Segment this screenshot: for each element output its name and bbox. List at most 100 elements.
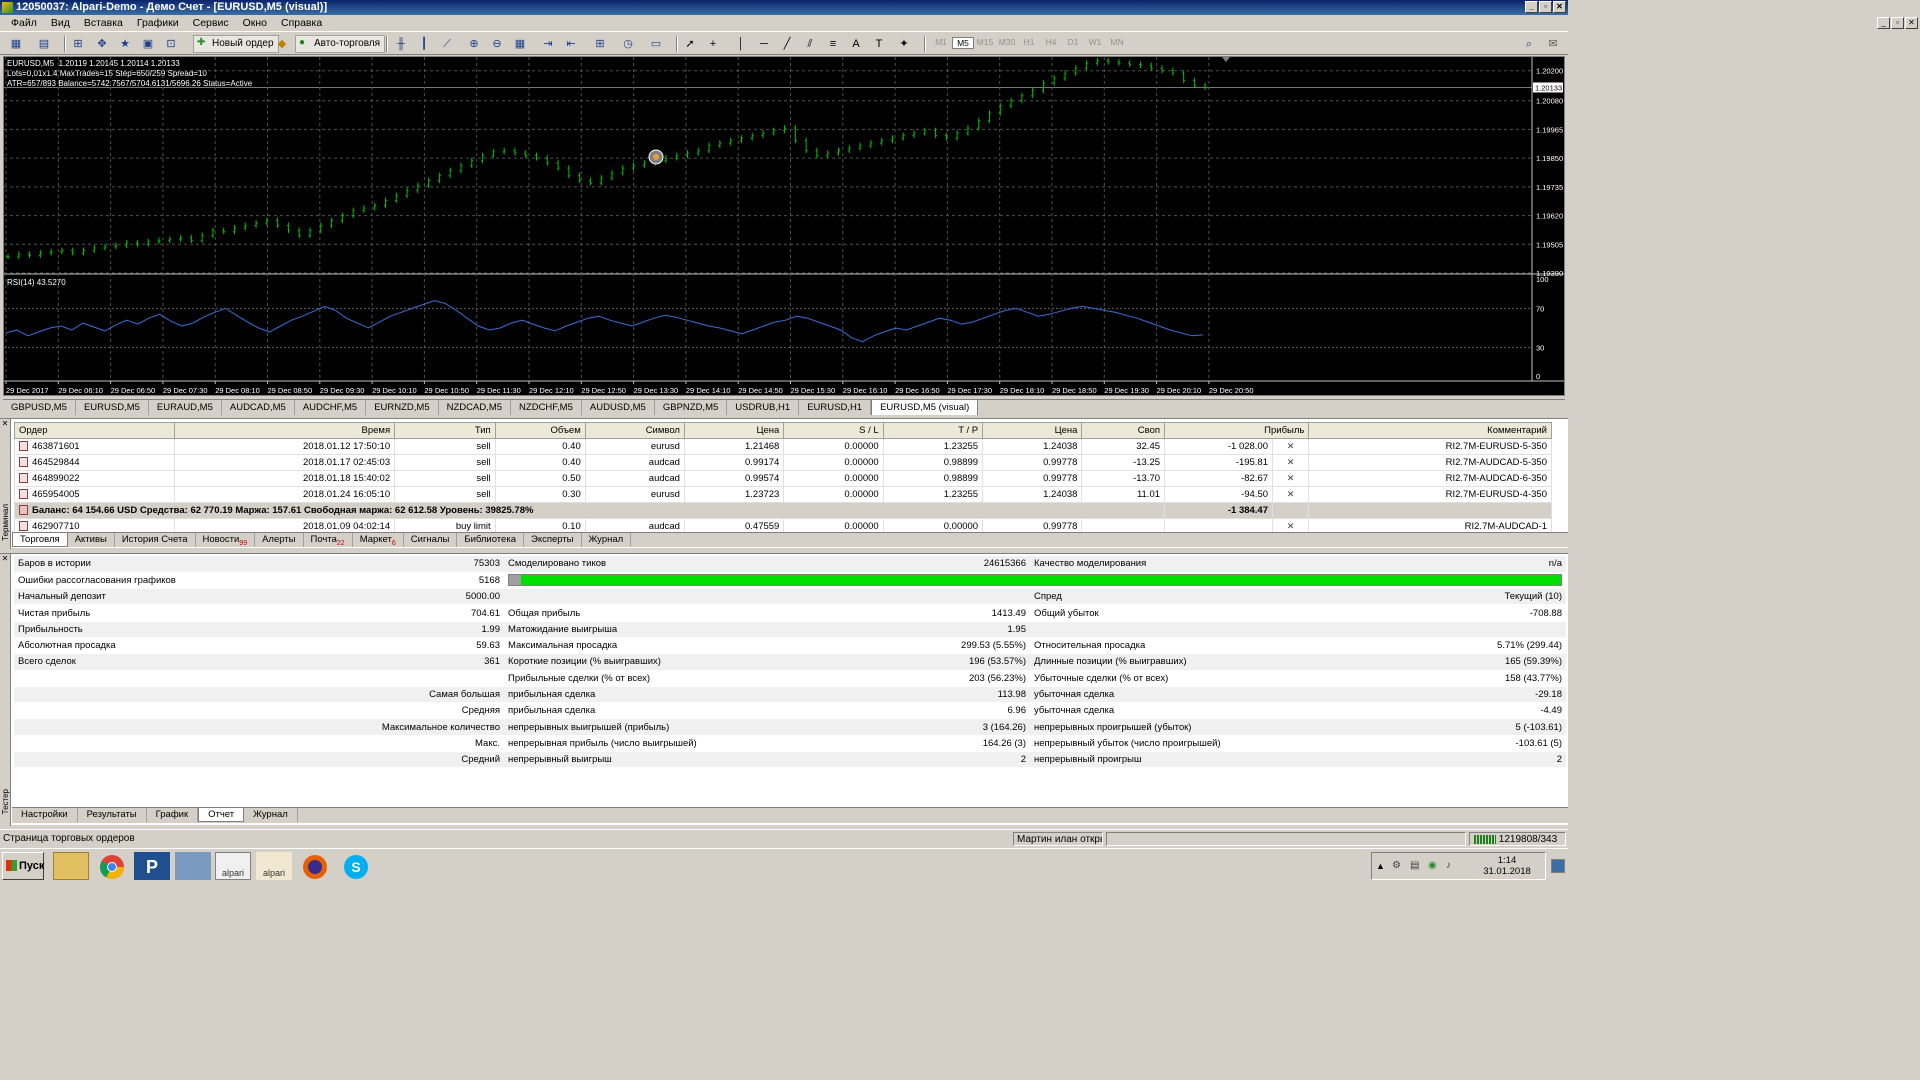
- market-watch-icon[interactable]: ⊞: [70, 36, 86, 52]
- new-order-button[interactable]: ✚ Новый ордер: [193, 35, 279, 53]
- menu-charts[interactable]: Графики: [130, 17, 186, 29]
- terminal-tab[interactable]: Журнал: [582, 533, 632, 547]
- tester-tab[interactable]: Журнал: [244, 808, 298, 822]
- close-order-icon[interactable]: ✕: [1272, 438, 1310, 455]
- new-chart-icon[interactable]: ▦: [8, 36, 24, 52]
- timeframe-m5[interactable]: M5: [952, 37, 974, 49]
- column-header[interactable]: Тип: [394, 422, 496, 439]
- terminal-icon[interactable]: ▣: [140, 36, 156, 52]
- line-chart-icon[interactable]: ⟋: [439, 36, 455, 52]
- maximize-button[interactable]: ▫: [1539, 1, 1552, 13]
- tester-tab[interactable]: Настройки: [12, 808, 78, 822]
- tester-tab[interactable]: График: [147, 808, 199, 822]
- chart-tab[interactable]: EURAUD,M5: [149, 400, 222, 415]
- timeframe-m30[interactable]: M30: [996, 37, 1018, 49]
- arrows-icon[interactable]: ✦: [896, 36, 912, 52]
- chart-tab[interactable]: USDRUB,H1: [727, 400, 800, 415]
- tile-windows-icon[interactable]: ▦: [512, 36, 528, 52]
- mdi-restore-button[interactable]: ▫: [1891, 17, 1904, 29]
- bar-chart-icon[interactable]: ╫: [393, 36, 409, 52]
- text-label-icon[interactable]: T: [871, 36, 887, 52]
- tester-tab[interactable]: Результаты: [78, 808, 147, 822]
- terminal-tab[interactable]: Торговля: [12, 533, 68, 547]
- menu-file[interactable]: Файл: [4, 17, 44, 29]
- timeframe-h1[interactable]: H1: [1018, 37, 1040, 49]
- text-icon[interactable]: A: [848, 36, 864, 52]
- close-order-icon[interactable]: ✕: [1272, 470, 1310, 487]
- terminal-tab[interactable]: Сигналы: [404, 533, 458, 547]
- column-header[interactable]: T / P: [882, 422, 984, 439]
- close-order-icon[interactable]: ✕: [1272, 454, 1310, 471]
- chart-tab[interactable]: GBPUSD,M5: [3, 400, 76, 415]
- column-header[interactable]: Время: [173, 422, 396, 439]
- fibonacci-icon[interactable]: ≡: [825, 36, 841, 52]
- mdi-close-button[interactable]: ✕: [1905, 17, 1918, 29]
- column-header[interactable]: Символ: [584, 422, 685, 439]
- alpari-app-icon[interactable]: alpari: [256, 852, 292, 880]
- timeframe-mn[interactable]: MN: [1106, 37, 1128, 49]
- terminal-close-icon[interactable]: ✕: [0, 419, 10, 428]
- timeframe-m1[interactable]: M1: [930, 37, 952, 49]
- terminal-tab[interactable]: Новости99: [196, 533, 256, 547]
- column-header[interactable]: Ордер: [14, 422, 175, 439]
- chrome-icon[interactable]: [94, 852, 130, 880]
- chart-tab[interactable]: NZDCHF,M5: [511, 400, 582, 415]
- terminal-tab[interactable]: Библиотека: [457, 533, 524, 547]
- start-button[interactable]: Пуск: [2, 852, 44, 880]
- price-chart[interactable]: EURUSD,M5 1.20119 1.20145 1.20114 1.2013…: [3, 56, 1565, 396]
- column-header[interactable]: Цена: [982, 422, 1083, 439]
- indicators-icon[interactable]: ⊞: [592, 36, 608, 52]
- menu-insert[interactable]: Вставка: [77, 17, 130, 29]
- terminal-tab[interactable]: Эксперты: [524, 533, 582, 547]
- explorer-icon[interactable]: [53, 852, 89, 880]
- menu-tools[interactable]: Сервис: [186, 17, 236, 29]
- show-desktop-button[interactable]: [1551, 859, 1565, 873]
- menu-window[interactable]: Окно: [236, 17, 274, 29]
- presentation-app-icon[interactable]: P: [134, 852, 170, 880]
- favorites-icon[interactable]: ★: [117, 36, 133, 52]
- tester-close-icon[interactable]: ✕: [0, 554, 10, 563]
- tray-gear-icon[interactable]: ⚙: [1392, 860, 1401, 871]
- minimize-button[interactable]: _: [1525, 1, 1538, 13]
- terminal-tab[interactable]: Активы: [68, 533, 115, 547]
- terminal-tab[interactable]: Почта22: [304, 533, 353, 547]
- chart-shift-icon[interactable]: ⇤: [563, 36, 579, 52]
- chart-tab[interactable]: GBPNZD,M5: [655, 400, 728, 415]
- menu-help[interactable]: Справка: [274, 17, 329, 29]
- close-order-icon[interactable]: ✕: [1272, 486, 1310, 503]
- close-button[interactable]: ✕: [1553, 1, 1566, 13]
- column-header[interactable]: Прибыль: [1164, 422, 1310, 439]
- chart-tab[interactable]: EURUSD,H1: [799, 400, 872, 415]
- crosshair-icon[interactable]: +: [705, 36, 721, 52]
- zoom-in-icon[interactable]: ⊕: [466, 36, 482, 52]
- skype-icon[interactable]: S: [338, 852, 374, 880]
- terminal-tab[interactable]: Алерты: [255, 533, 304, 547]
- periods-icon[interactable]: ◷: [620, 36, 636, 52]
- tester-icon[interactable]: ⊡: [163, 36, 179, 52]
- order-row[interactable]: 463871601 2018.01.12 17:50:10 sell 0.40 euru…: [14, 438, 1552, 455]
- order-row[interactable]: 464899022 2018.01.18 15:40:02 sell 0.50 audc…: [14, 470, 1552, 487]
- navigator-icon[interactable]: ✥: [94, 36, 110, 52]
- chart-tab[interactable]: AUDUSD,M5: [582, 400, 655, 415]
- mdi-minimize-button[interactable]: _: [1877, 17, 1890, 29]
- column-header[interactable]: S / L: [783, 422, 884, 439]
- chart-tab[interactable]: EURNZD,M5: [366, 400, 439, 415]
- tray-device-icon[interactable]: ▤: [1410, 860, 1419, 871]
- tray-volume-icon[interactable]: ♪: [1446, 860, 1451, 871]
- order-row[interactable]: 464529844 2018.01.17 02:45:03 sell 0.40 audc…: [14, 454, 1552, 471]
- timeframe-w1[interactable]: W1: [1084, 37, 1106, 49]
- timeframe-h4[interactable]: H4: [1040, 37, 1062, 49]
- timeframe-d1[interactable]: D1: [1062, 37, 1084, 49]
- templates-icon[interactable]: ▭: [648, 36, 664, 52]
- chart-tab[interactable]: EURUSD,M5: [76, 400, 149, 415]
- terminal-tab[interactable]: Маркет6: [353, 533, 404, 547]
- column-header[interactable]: Своп: [1081, 422, 1166, 439]
- channel-icon[interactable]: ⫽: [802, 36, 818, 52]
- chat-icon[interactable]: ✉: [1545, 36, 1561, 52]
- column-header[interactable]: Цена: [683, 422, 785, 439]
- zoom-out-icon[interactable]: ⊖: [489, 36, 505, 52]
- timeframe-m15[interactable]: M15: [974, 37, 996, 49]
- terminal-tab[interactable]: История Счета: [115, 533, 196, 547]
- trendline-icon[interactable]: ╱: [779, 36, 795, 52]
- column-header[interactable]: Комментарий: [1308, 422, 1552, 439]
